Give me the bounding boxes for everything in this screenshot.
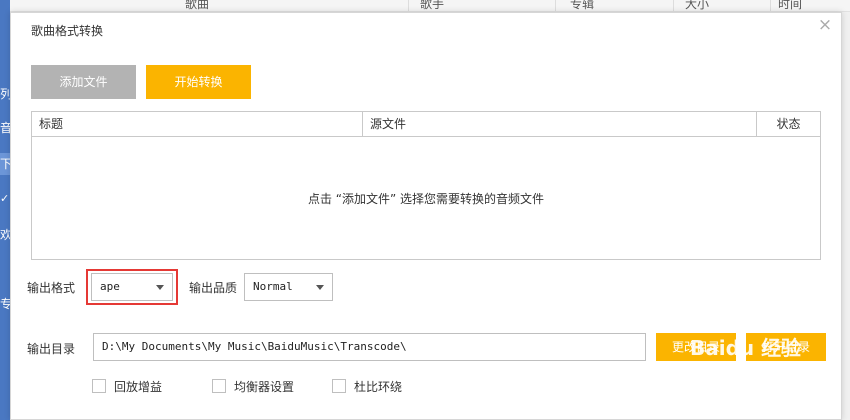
output-quality-select[interactable]: Normal (244, 273, 333, 301)
header-status[interactable]: 状态 (757, 112, 820, 137)
column-divider (408, 0, 409, 11)
check-icon: ✓ (0, 192, 10, 205)
column-size[interactable]: 大小 (685, 0, 709, 11)
sidebar-item-favorites[interactable]: 欢 (0, 224, 10, 246)
column-divider (770, 0, 771, 11)
file-table-header: 标题 源文件 状态 (32, 112, 820, 137)
start-convert-button[interactable]: 开始转换 (146, 65, 251, 99)
dialog-title: 歌曲格式转换 (31, 24, 104, 38)
sidebar-item-label: 音 (0, 121, 10, 135)
app-sidebar: 列 音 下 ✓ 欢 专 (0, 0, 10, 420)
sidebar-item-special[interactable]: 专 (0, 293, 10, 315)
sidebar-item-label: 列 (0, 87, 10, 101)
change-dir-button[interactable]: 更改目录 (656, 333, 736, 361)
sidebar-item-label: 欢 (0, 228, 10, 242)
column-album[interactable]: 专辑 (570, 0, 594, 11)
chevron-down-icon (156, 285, 164, 290)
chevron-down-icon (316, 285, 324, 290)
close-icon[interactable]: × (815, 15, 835, 35)
sidebar-item-list[interactable]: 列 (0, 83, 10, 105)
sidebar-item-label: 专 (0, 297, 10, 311)
equalizer-checkbox[interactable] (212, 379, 226, 393)
column-time[interactable]: 时间 (778, 0, 802, 11)
output-quality-label: 输出品质 (189, 281, 238, 295)
output-format-select[interactable]: ape (91, 273, 173, 301)
output-format-label: 输出格式 (27, 281, 76, 295)
replay-gain-label: 回放增益 (114, 380, 163, 394)
dolby-surround-label: 杜比环绕 (354, 380, 403, 394)
equalizer-label: 均衡器设置 (234, 380, 295, 394)
sidebar-item-music[interactable]: 音 (0, 117, 10, 139)
file-table: 标题 源文件 状态 点击 “添加文件” 选择您需要转换的音频文件 (31, 111, 821, 260)
output-format-value: ape (100, 280, 120, 293)
sidebar-item-label: 下 (0, 157, 10, 171)
open-dir-button[interactable]: 打开目录 (746, 333, 826, 361)
empty-hint: 点击 “添加文件” 选择您需要转换的音频文件 (307, 192, 545, 206)
dolby-surround-checkbox[interactable] (332, 379, 346, 393)
format-convert-dialog: 歌曲格式转换 × 添加文件 开始转换 标题 源文件 状态 点击 “添加文件” 选… (10, 12, 842, 420)
output-dir-label: 输出目录 (27, 342, 76, 356)
header-title[interactable]: 标题 (32, 112, 362, 137)
replay-gain-checkbox[interactable] (92, 379, 106, 393)
add-file-button[interactable]: 添加文件 (31, 65, 136, 99)
column-artist[interactable]: 歌手 (420, 0, 444, 11)
song-list-header: 歌曲 歌手 专辑 大小 时间 (10, 0, 850, 12)
output-dir-input[interactable]: D:\My Documents\My Music\BaiduMusic\Tran… (93, 333, 646, 361)
sidebar-item-download[interactable]: 下 (0, 153, 10, 175)
column-song[interactable]: 歌曲 (185, 0, 209, 11)
column-divider (555, 0, 556, 11)
header-source-file[interactable]: 源文件 (363, 112, 756, 137)
column-divider (673, 0, 674, 11)
output-quality-value: Normal (253, 280, 293, 293)
